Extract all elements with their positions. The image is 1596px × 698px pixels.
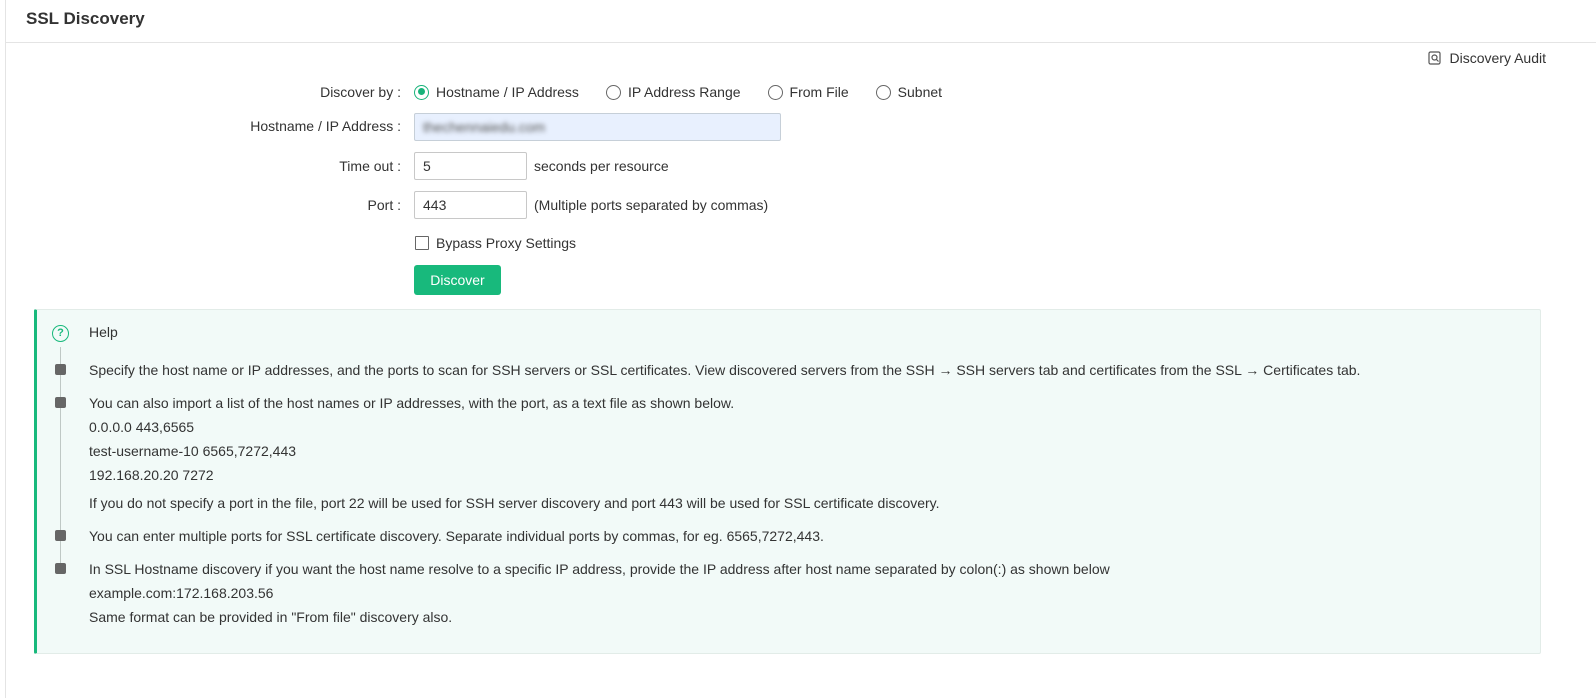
discovery-audit-link[interactable]: Discovery Audit — [1427, 50, 1546, 66]
help-title: Help — [89, 324, 118, 340]
page-frame: SSL Discovery Discovery Audit Discover b… — [5, 0, 1596, 698]
timeout-label: Time out : — [339, 158, 401, 174]
help-line: If you do not specify a port in the file… — [89, 495, 940, 511]
help-item-2: You can also import a list of the host n… — [89, 391, 940, 515]
bypass-proxy-checkbox[interactable] — [415, 236, 429, 250]
radio-label: From File — [789, 84, 849, 100]
help-question-icon: ? — [52, 325, 69, 342]
radio-ip-range[interactable]: IP Address Range — [605, 84, 741, 100]
help-line: test-username-10 6565,7272,443 — [89, 443, 297, 459]
port-label: Port : — [367, 197, 401, 213]
audit-search-icon — [1427, 51, 1441, 65]
bullet-icon — [55, 563, 66, 574]
help-line: Specify the host name or IP addresses, a… — [89, 362, 1361, 378]
radio-button[interactable] — [605, 84, 621, 100]
radio-from-file[interactable]: From File — [767, 84, 849, 100]
discover-by-radio-group: Hostname / IP Address IP Address Range F… — [414, 84, 969, 100]
port-note: (Multiple ports separated by commas) — [534, 197, 769, 213]
radio-label: IP Address Range — [627, 84, 741, 100]
discover-by-label: Discover by : — [320, 84, 401, 100]
radio-label: Subnet — [897, 84, 943, 100]
page-header: SSL Discovery — [6, 0, 1596, 43]
help-line: You can also import a list of the host n… — [89, 395, 735, 411]
bullet-icon — [55, 397, 66, 408]
radio-button[interactable] — [414, 84, 429, 100]
help-item-4: In SSL Hostname discovery if you want th… — [89, 557, 1110, 629]
help-item-1: Specify the host name or IP addresses, a… — [89, 358, 1360, 382]
radio-hostname-ip[interactable]: Hostname / IP Address — [414, 84, 579, 100]
discovery-audit-label: Discovery Audit — [1449, 50, 1546, 66]
help-line: example.com:172.168.203.56 — [89, 585, 274, 601]
port-input[interactable] — [414, 191, 527, 219]
radio-subnet[interactable]: Subnet — [875, 84, 943, 100]
bypass-proxy-label: Bypass Proxy Settings — [436, 235, 577, 251]
radio-label: Hostname / IP Address — [436, 84, 579, 100]
hostname-input[interactable]: thechennaiedu.com — [414, 113, 781, 141]
help-line: Same format can be provided in "From fil… — [89, 609, 453, 625]
bullet-icon — [55, 530, 66, 541]
page-title: SSL Discovery — [26, 9, 145, 28]
help-line: You can enter multiple ports for SSL cer… — [89, 528, 824, 544]
radio-button[interactable] — [875, 84, 891, 100]
help-line: 192.168.20.20 7272 — [89, 467, 214, 483]
help-line: 0.0.0.0 443,6565 — [89, 419, 195, 435]
discover-button[interactable]: Discover — [414, 265, 501, 295]
hostname-label: Hostname / IP Address : — [250, 118, 401, 134]
bullet-icon — [55, 364, 66, 375]
timeout-note: seconds per resource — [534, 158, 669, 174]
help-line: In SSL Hostname discovery if you want th… — [89, 561, 1110, 577]
hostname-value: thechennaiedu.com — [423, 119, 546, 135]
help-panel: ? Help Specify the host name or IP addre… — [34, 309, 1541, 654]
help-item-3: You can enter multiple ports for SSL cer… — [89, 524, 824, 548]
radio-button[interactable] — [767, 84, 783, 100]
timeout-input[interactable] — [414, 152, 527, 180]
